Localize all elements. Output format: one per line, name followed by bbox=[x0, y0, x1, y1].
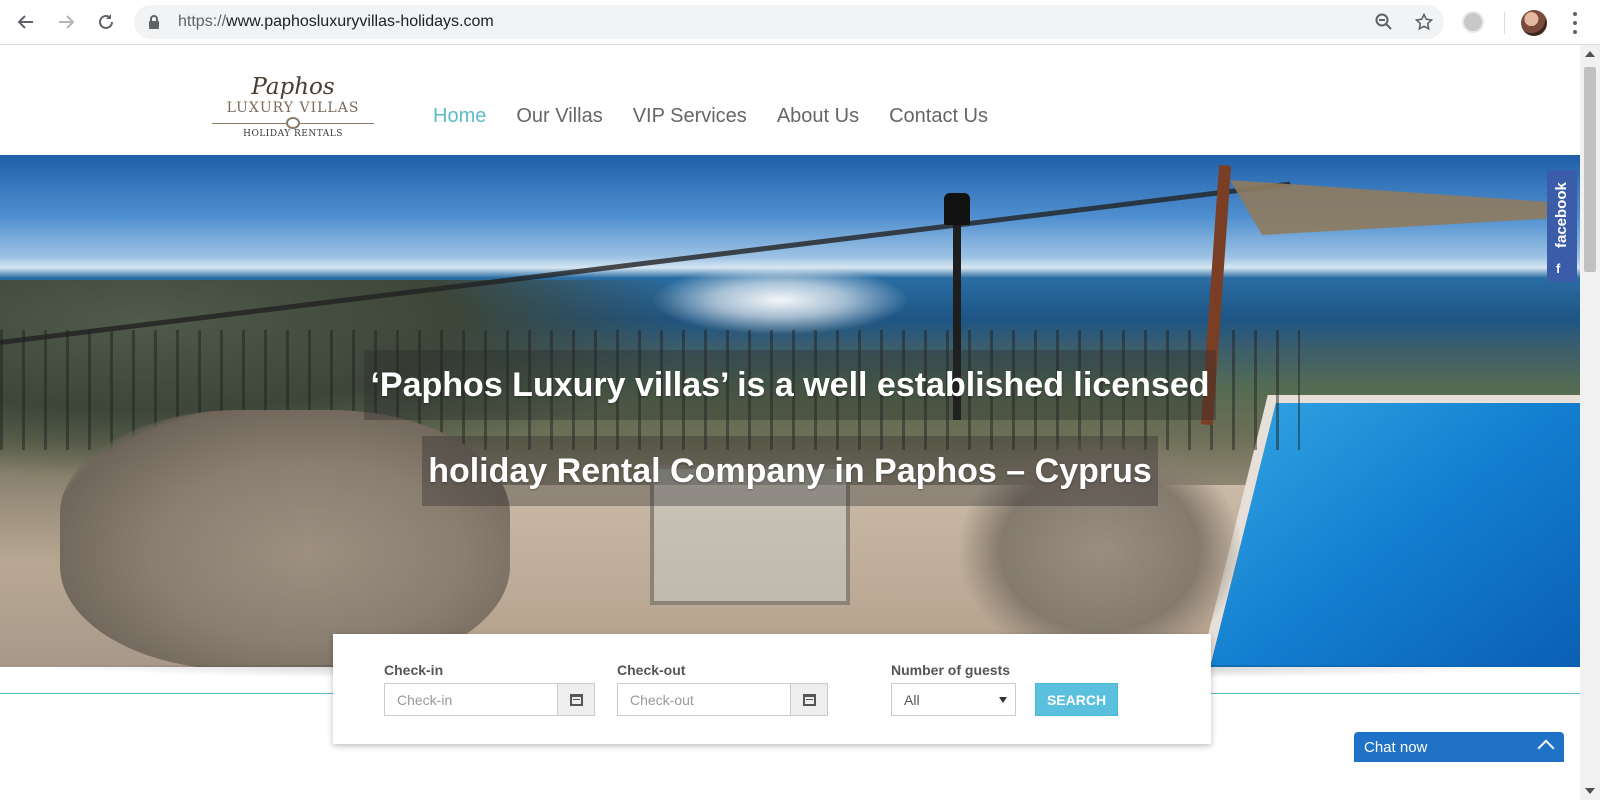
nav-our-villas[interactable]: Our Villas bbox=[516, 105, 602, 128]
facebook-icon: f bbox=[1556, 261, 1561, 276]
site-logo[interactable]: Paphos LUXURY VILLAS HOLIDAY RENTALS bbox=[208, 75, 378, 145]
checkin-input[interactable]: Check-in bbox=[384, 683, 558, 716]
checkout-calendar-button[interactable] bbox=[790, 683, 828, 716]
logo-ornament bbox=[208, 117, 378, 129]
facebook-tab-label: facebook bbox=[1553, 182, 1570, 248]
extension-icon[interactable] bbox=[1462, 11, 1484, 33]
lock-icon bbox=[148, 15, 160, 34]
calendar-icon bbox=[802, 693, 816, 706]
search-button[interactable]: SEARCH bbox=[1035, 683, 1118, 716]
hero-caption: ‘Paphos Luxury villas’ is a well establi… bbox=[0, 350, 1580, 506]
nav-about-us[interactable]: About Us bbox=[777, 105, 859, 128]
logo-main-text: LUXURY VILLAS bbox=[226, 100, 360, 116]
profile-avatar[interactable] bbox=[1521, 10, 1547, 36]
logo-script-text: Paphos bbox=[251, 74, 335, 100]
scrollbar-thumb[interactable] bbox=[1584, 67, 1596, 272]
url-text: https://www.paphosluxuryvillas-holidays.… bbox=[178, 13, 494, 30]
forward-icon[interactable] bbox=[52, 8, 80, 36]
checkout-input[interactable]: Check-out bbox=[617, 683, 791, 716]
logo-sub-text: HOLIDAY RENTALS bbox=[243, 129, 343, 139]
nav-vip-services[interactable]: VIP Services bbox=[633, 105, 747, 128]
guests-select-value: All bbox=[904, 692, 920, 708]
guests-select[interactable]: All bbox=[891, 683, 1016, 716]
chat-now-widget[interactable]: Chat now bbox=[1354, 732, 1564, 762]
web-page: Paphos LUXURY VILLAS HOLIDAY RENTALS Hom… bbox=[0, 45, 1580, 800]
chat-label: Chat now bbox=[1364, 739, 1428, 756]
hero-banner: ‘Paphos Luxury villas’ is a well establi… bbox=[0, 155, 1580, 667]
booking-search-form: Check-in Check-in Check-out Check-out Nu… bbox=[333, 634, 1211, 744]
scroll-up-icon[interactable] bbox=[1585, 51, 1595, 57]
checkin-label: Check-in bbox=[384, 662, 444, 678]
checkin-calendar-button[interactable] bbox=[557, 683, 595, 716]
guests-label: Number of guests bbox=[891, 662, 1011, 678]
hero-headline-line-1: ‘Paphos Luxury villas’ is a well establi… bbox=[364, 350, 1216, 420]
hero-shade-sail bbox=[1230, 180, 1550, 235]
page-scrollbar[interactable] bbox=[1580, 45, 1600, 800]
address-bar[interactable]: https://www.paphosluxuryvillas-holidays.… bbox=[134, 5, 1444, 39]
site-header: Paphos LUXURY VILLAS HOLIDAY RENTALS Hom… bbox=[0, 45, 1580, 155]
calendar-icon bbox=[569, 693, 583, 706]
nav-home[interactable]: Home bbox=[433, 105, 486, 128]
bookmark-star-icon[interactable] bbox=[1414, 12, 1434, 32]
hero-lamp-head bbox=[944, 193, 970, 225]
nav-contact-us[interactable]: Contact Us bbox=[889, 105, 988, 128]
hero-headline-line-2: holiday Rental Company in Paphos – Cypru… bbox=[422, 436, 1158, 506]
checkout-label: Check-out bbox=[617, 662, 686, 678]
browser-menu-icon[interactable] bbox=[1565, 10, 1585, 36]
scroll-down-icon[interactable] bbox=[1585, 788, 1595, 794]
facebook-side-tab[interactable]: facebook f bbox=[1547, 170, 1577, 282]
zoom-out-icon[interactable] bbox=[1374, 12, 1394, 32]
back-icon[interactable] bbox=[12, 8, 40, 36]
toolbar-divider bbox=[1504, 12, 1505, 34]
main-nav: Home Our Villas VIP Services About Us Co… bbox=[433, 105, 988, 128]
chevron-up-icon[interactable] bbox=[1537, 739, 1555, 757]
reload-icon[interactable] bbox=[92, 8, 120, 36]
browser-toolbar: https://www.paphosluxuryvillas-holidays.… bbox=[0, 0, 1600, 45]
chevron-down-icon bbox=[999, 697, 1007, 703]
